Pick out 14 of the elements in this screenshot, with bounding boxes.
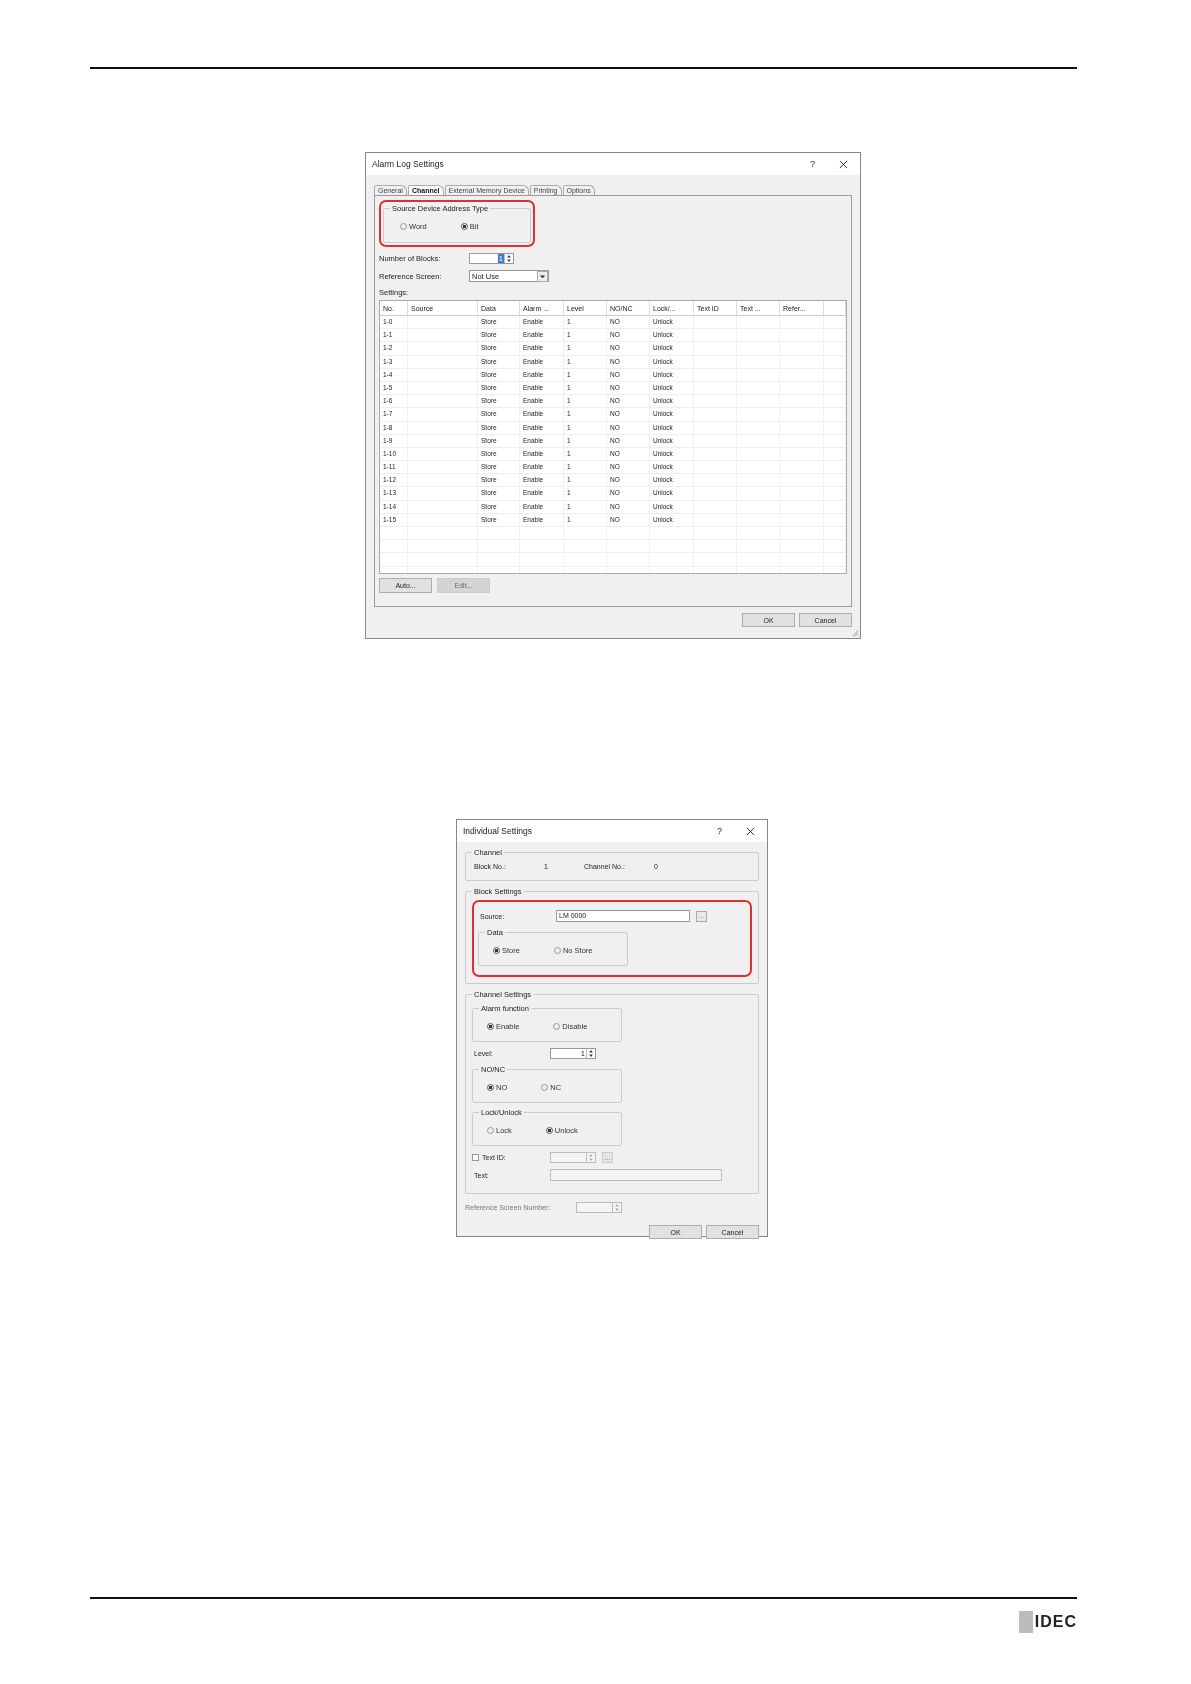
close-icon[interactable] [839, 159, 848, 169]
help-button[interactable]: ? [810, 159, 815, 169]
logo-mark-icon [1018, 1611, 1033, 1633]
spin-arrows-icon[interactable] [587, 1049, 595, 1058]
close-icon[interactable] [746, 826, 755, 836]
number-field[interactable] [550, 1152, 596, 1163]
help-button[interactable]: ? [717, 826, 722, 836]
brand-logo: IDEC [1034, 1613, 1077, 1631]
resize-grip-icon[interactable] [851, 629, 859, 637]
window-title: Individual Settings [463, 826, 533, 836]
input-field[interactable] [550, 1169, 722, 1181]
number-field[interactable] [576, 1202, 622, 1213]
spin-arrows-icon[interactable] [505, 254, 513, 263]
window-title: Alarm Log Settings [372, 159, 445, 169]
